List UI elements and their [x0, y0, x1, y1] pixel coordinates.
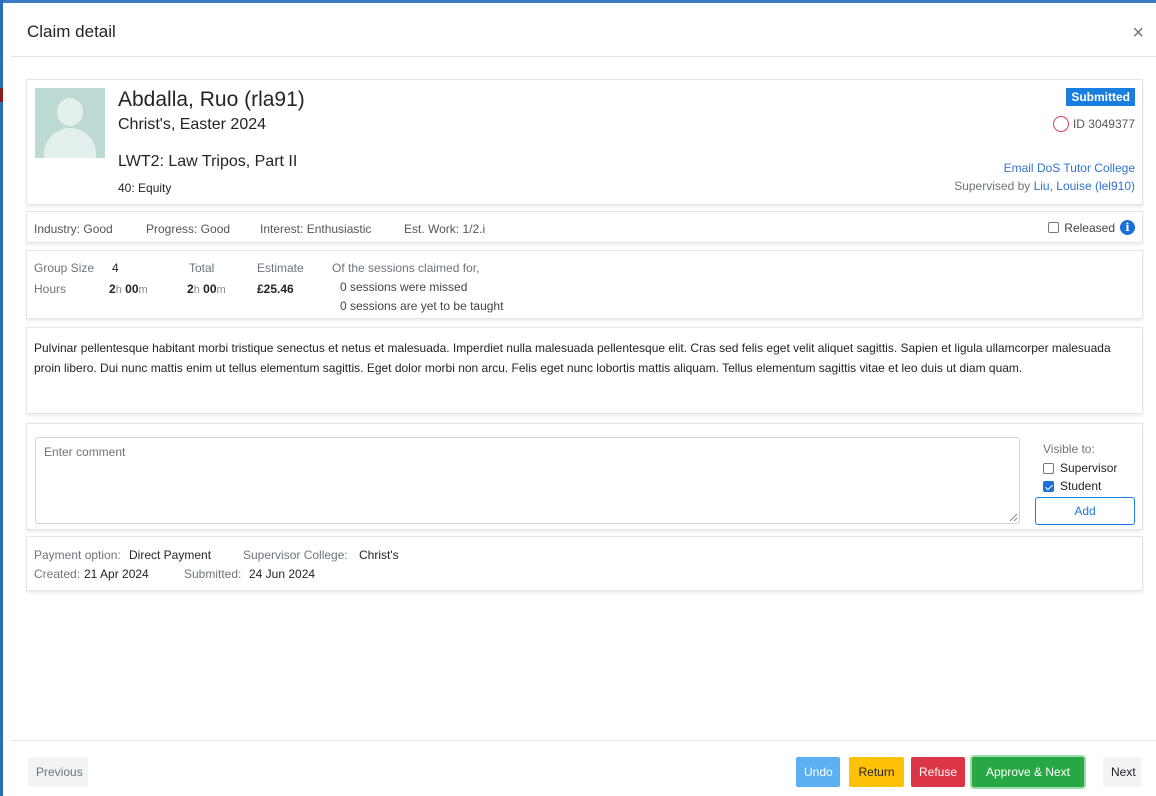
refuse-button[interactable]: Refuse — [911, 757, 965, 787]
email-links[interactable]: DoS Tutor College — [1037, 161, 1135, 175]
email-prefix: Email — [1003, 161, 1034, 175]
modal-title: Claim detail — [27, 22, 116, 41]
supervised-prefix: Supervised by — [954, 179, 1031, 193]
missed-sessions: 0 sessions were missed — [340, 280, 468, 294]
claim-notes: Pulvinar pellentesque habitant morbi tri… — [34, 341, 1111, 375]
hours-h-unit: h — [115, 284, 122, 296]
status-badge: Submitted — [1066, 88, 1135, 106]
supervisor-college-label: Supervisor College: — [243, 548, 348, 562]
estimate-label: Estimate — [257, 261, 304, 275]
total-h: 2 — [187, 282, 194, 296]
interest-rating: Interest: Enthusiastic — [260, 222, 372, 236]
supervisor-link[interactable]: Liu, Louise (lel910) — [1034, 179, 1135, 193]
paper-title: 40: Equity — [118, 181, 172, 195]
total-value: 2h 00m — [187, 282, 226, 296]
previous-button[interactable]: Previous — [28, 757, 88, 787]
claimed-heading: Of the sessions claimed for, — [332, 261, 480, 275]
total-h-unit: h — [193, 284, 200, 296]
course-title: LWT2: Law Tripos, Part II — [118, 153, 298, 170]
group-size-label: Group Size — [34, 261, 95, 275]
student-card: Abdalla, Ruo (rla91) Christ's, Easter 20… — [26, 79, 1143, 205]
modal-header: Claim detail × — [11, 3, 1156, 57]
submitted-value: 24 Jun 2024 — [249, 567, 316, 581]
avatar-body — [44, 128, 96, 158]
visible-to-label: Visible to: — [1043, 442, 1095, 456]
supervisor-checkbox[interactable] — [1043, 462, 1054, 474]
supervisor-visibility-option[interactable]: Supervisor — [1043, 461, 1117, 475]
payment-option-value: Direct Payment — [129, 548, 212, 562]
comment-input[interactable] — [35, 437, 1020, 524]
hours-label: Hours — [34, 282, 67, 296]
window-left-marker — [0, 88, 3, 102]
status-circle-icon — [1052, 116, 1069, 132]
claim-id: ID 3049377 — [1052, 116, 1135, 132]
modal-footer: Previous Undo Return Refuse Approve & Ne… — [11, 740, 1156, 796]
est-work: Est. Work: 1/2.i — [404, 222, 486, 236]
next-button[interactable]: Next — [1103, 757, 1141, 787]
window-left-border — [0, 0, 3, 796]
student-checkbox[interactable] — [1043, 480, 1054, 492]
created-label: Created: — [34, 567, 81, 581]
approve-next-button[interactable]: Approve & Next — [972, 757, 1084, 787]
resize-grip-icon[interactable] — [1009, 513, 1018, 522]
group-size-value: 4 — [112, 261, 119, 275]
student-visibility-option[interactable]: Student — [1043, 479, 1101, 493]
submitted-label: Submitted: — [184, 567, 242, 581]
claim-id-label: ID 3049377 — [1072, 117, 1135, 131]
sessions-card: Group Size 4 Hours 2h 00m Total 2h 00m E… — [26, 250, 1143, 319]
payment-card: Payment option: Direct Payment Superviso… — [26, 536, 1143, 591]
college-term: Christ's, Easter 2024 — [118, 116, 267, 133]
avatar-head — [57, 98, 83, 126]
close-icon[interactable]: × — [1132, 23, 1144, 43]
undo-button[interactable]: Undo — [796, 757, 840, 787]
comment-card: Visible to: Supervisor Student Add — [26, 423, 1143, 530]
student-visibility-label: Student — [1060, 479, 1102, 493]
hours-m: 00 — [125, 282, 139, 296]
total-m: 00 — [203, 282, 217, 296]
hours-h: 2 — [109, 282, 116, 296]
created-value: 21 Apr 2024 — [84, 567, 149, 581]
released-label: Released — [1064, 220, 1115, 235]
released-checkbox[interactable] — [1048, 222, 1060, 233]
yet-to-teach-sessions: 0 sessions are yet to be taught — [340, 299, 504, 313]
add-comment-button[interactable]: Add — [1035, 497, 1135, 525]
progress-rating: Progress: Good — [146, 222, 231, 236]
hours-value: 2h 00m — [109, 282, 148, 296]
payment-option-label: Payment option: — [34, 548, 121, 562]
student-name: Abdalla, Ruo (rla91) — [118, 88, 305, 111]
avatar — [35, 88, 105, 158]
return-button[interactable]: Return — [849, 757, 904, 787]
supervisor-visibility-label: Supervisor — [1060, 461, 1118, 475]
supervised-line: Supervised by Liu, Louise (lel910) — [954, 179, 1135, 193]
industry-rating: Industry: Good — [34, 222, 113, 236]
email-line: Email DoS Tutor College — [1004, 161, 1135, 175]
assessment-card: Industry: Good Progress: Good Interest: … — [26, 211, 1143, 243]
released-toggle[interactable]: Released i — [1048, 220, 1135, 235]
hours-m-unit: m — [138, 284, 148, 296]
estimate-value: £25.46 — [257, 282, 294, 296]
info-icon[interactable]: i — [1120, 220, 1135, 235]
total-m-unit: m — [216, 284, 226, 296]
supervisor-college-value: Christ's — [359, 548, 399, 562]
total-label: Total — [189, 261, 215, 275]
notes-card: Pulvinar pellentesque habitant morbi tri… — [26, 327, 1143, 414]
